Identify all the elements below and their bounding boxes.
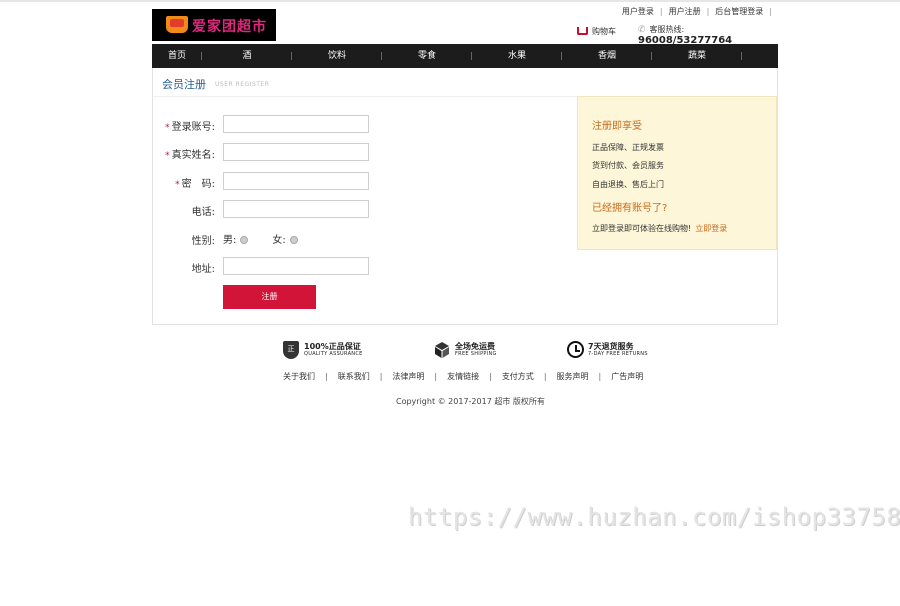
realname-input[interactable] bbox=[223, 143, 369, 161]
benefit-item: 自由退换、售后上门 bbox=[592, 180, 664, 189]
admin-login-link[interactable]: 后台管理登录 bbox=[715, 6, 763, 17]
page-title: 会员注册 bbox=[162, 78, 206, 91]
cart-label: 购物车 bbox=[592, 27, 616, 36]
watermark-text: https://www.huzhan.com/ishop33758 bbox=[408, 503, 900, 531]
gender-option-female: 女: bbox=[272, 231, 298, 246]
benefit-item: 正品保障、正规发票 bbox=[592, 143, 664, 152]
footer-link-contact[interactable]: 联系我们 bbox=[338, 371, 370, 382]
login-note: 立即登录即可体验在线购物! 立即登录 bbox=[592, 224, 728, 233]
nav-item-drinks[interactable]: 饮料 bbox=[292, 44, 382, 68]
login-link[interactable]: 用户登录 bbox=[622, 6, 654, 17]
footer-link-legal[interactable]: 法律声明 bbox=[392, 371, 424, 382]
separator: | bbox=[543, 372, 547, 381]
register-panel: 会员注册 USER REGISTER * 登录账号: * 真实姓名: * 密 码: 电… bbox=[152, 68, 778, 325]
copyright: Copyright © 2017-2017 超市 版权所有 bbox=[396, 397, 545, 406]
shopping-cart-icon bbox=[577, 27, 588, 35]
phone-input[interactable] bbox=[223, 200, 369, 218]
page-container: 爱家团超市 用户登录 | 用户注册 | 后台管理登录 | 购物车 ✆ 客服热线: 96008… bbox=[152, 0, 778, 325]
required-mark: * bbox=[175, 180, 180, 190]
gender-option-male: 男: bbox=[223, 231, 249, 246]
service-subtitle: QUALITY ASSURANCE bbox=[304, 351, 363, 357]
account-label: * 登录账号: bbox=[165, 122, 215, 133]
benefit-item: 货到付款、会员服务 bbox=[592, 161, 664, 170]
nav-item-vegetables[interactable]: 蔬菜 bbox=[652, 44, 742, 68]
footer-link-ads[interactable]: 广告声明 bbox=[611, 371, 643, 382]
panel-header: 会员注册 USER REGISTER bbox=[153, 68, 577, 97]
gender-radio-group: 男: 女: bbox=[223, 231, 322, 246]
benefits-box: 注册即享受 正品保障、正规发票 货到付款、会员服务 自由退换、售后上门 已经拥有… bbox=[577, 96, 777, 250]
separator: | bbox=[325, 372, 328, 381]
separator: | bbox=[659, 7, 663, 16]
password-input[interactable] bbox=[223, 172, 369, 190]
footer-link-service[interactable]: 服务声明 bbox=[557, 371, 589, 382]
nav-item-wine[interactable]: 酒 bbox=[202, 44, 292, 68]
main-nav: 首页 酒 饮料 零食 水果 香烟 蔬菜 bbox=[152, 44, 778, 68]
account-input[interactable] bbox=[223, 115, 369, 133]
header: 爱家团超市 用户登录 | 用户注册 | 后台管理登录 | 购物车 ✆ 客服热线: 96008… bbox=[152, 0, 778, 46]
male-radio[interactable] bbox=[240, 235, 249, 244]
separator: | bbox=[379, 372, 383, 381]
footer-link-about[interactable]: 关于我们 bbox=[283, 371, 315, 382]
benefits-heading: 注册即享受 bbox=[592, 121, 642, 132]
footer-links: 关于我们 | 联系我们 | 法律声明 | 友情链接 | 支付方式 | 服务声明 | 广告声明 bbox=[283, 371, 653, 382]
required-mark: * bbox=[165, 151, 170, 161]
form-row-realname: * 真实姓名: bbox=[153, 143, 373, 161]
form-row-account: * 登录账号: bbox=[153, 115, 373, 133]
service-subtitle: 7-DAY FREE RETURNS bbox=[588, 351, 648, 357]
address-label: 地址: bbox=[191, 264, 215, 275]
box-icon bbox=[435, 342, 449, 358]
side-login-link[interactable]: 立即登录 bbox=[695, 224, 727, 233]
service-badges: 正 100%正品保证 QUALITY ASSURANCE 全场免运费 FREE … bbox=[283, 340, 683, 362]
phone-icon: ✆ bbox=[638, 25, 646, 35]
form-row-password: * 密 码: bbox=[153, 172, 373, 190]
nav-item-snacks[interactable]: 零食 bbox=[382, 44, 472, 68]
register-link[interactable]: 用户注册 bbox=[669, 6, 701, 17]
nav-item-home[interactable]: 首页 bbox=[152, 44, 202, 68]
site-logo[interactable]: 爱家团超市 bbox=[152, 9, 276, 41]
register-button[interactable]: 注册 bbox=[223, 285, 316, 309]
have-account-heading: 已经拥有账号了? bbox=[592, 203, 668, 214]
form-row-address: 地址: bbox=[153, 257, 373, 275]
separator: | bbox=[706, 7, 710, 16]
hotline-label: 客服热线: bbox=[649, 25, 685, 34]
page-subtitle: USER REGISTER bbox=[215, 81, 270, 88]
realname-label: * 真实姓名: bbox=[165, 150, 215, 161]
phone-label: 电话: bbox=[191, 207, 215, 218]
separator: | bbox=[434, 372, 438, 381]
nav-item-cigarettes[interactable]: 香烟 bbox=[562, 44, 652, 68]
logo-text: 爱家团超市 bbox=[192, 19, 267, 35]
separator: | bbox=[769, 7, 772, 16]
form-row-gender: 性别: 男: 女: bbox=[153, 229, 373, 247]
password-label: * 密 码: bbox=[175, 179, 215, 190]
hotline: ✆ 客服热线: 96008/53277764 bbox=[638, 24, 778, 46]
form-row-phone: 电话: bbox=[153, 200, 373, 218]
nav-item-fruit[interactable]: 水果 bbox=[472, 44, 562, 68]
footer-link-friends[interactable]: 友情链接 bbox=[447, 371, 479, 382]
footer-link-payment[interactable]: 支付方式 bbox=[502, 371, 534, 382]
clock-icon bbox=[567, 341, 584, 358]
cart-link[interactable]: 购物车 bbox=[577, 26, 616, 37]
gender-label: 性别: bbox=[191, 236, 215, 247]
required-mark: * bbox=[165, 123, 170, 133]
service-subtitle: FREE SHIPPING bbox=[455, 351, 497, 357]
separator: | bbox=[598, 372, 602, 381]
top-links: 用户登录 | 用户注册 | 后台管理登录 | bbox=[622, 6, 778, 17]
address-input[interactable] bbox=[223, 257, 369, 275]
separator: | bbox=[489, 372, 492, 381]
cart-logo-icon bbox=[166, 16, 188, 33]
shield-icon: 正 bbox=[283, 341, 299, 359]
female-radio[interactable] bbox=[289, 235, 298, 244]
